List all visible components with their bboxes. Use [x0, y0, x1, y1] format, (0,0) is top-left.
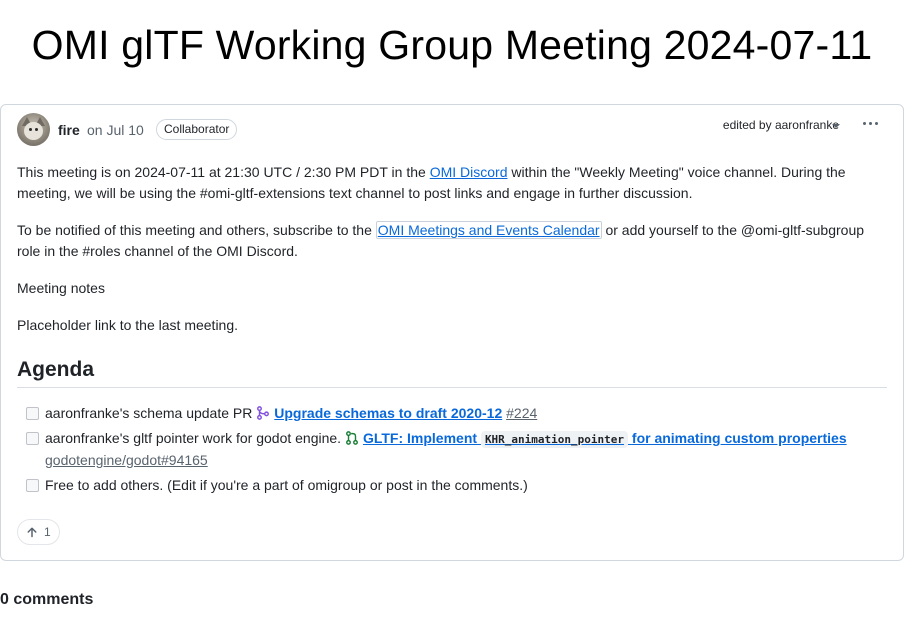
pr-link-gltf-pointer[interactable]: GLTF: Implement KHR_animation_pointer fo…: [362, 430, 847, 448]
chevron-down-icon[interactable]: [832, 124, 840, 128]
author-link[interactable]: fire: [58, 122, 80, 138]
meeting-notes-text: Meeting notes: [17, 280, 105, 296]
avatar-face: [24, 122, 43, 140]
kebab-dot: [863, 122, 866, 125]
paragraph-text: This meeting is on 2024-07-11 at 21:30 U…: [17, 164, 430, 180]
pull-request-open-icon: [346, 431, 358, 445]
task-checkbox[interactable]: [26, 432, 39, 445]
pr-link-upgrade-schemas[interactable]: Upgrade schemas to draft 2020-12: [274, 405, 502, 421]
edited-by-link[interactable]: edited by aaronfranke: [723, 118, 839, 132]
comments-count: 0 comments: [0, 591, 94, 608]
avatar-eye: [29, 128, 32, 131]
avatar-eye: [35, 128, 38, 131]
more-options-icon[interactable]: [861, 115, 881, 131]
pr-title-start: GLTF: Implement: [362, 430, 478, 446]
calendar-link[interactable]: OMI Meetings and Events Calendar: [375, 221, 602, 239]
task-text: aaronfranke's schema update PR: [45, 405, 257, 421]
pr-title-end: for animating custom properties: [631, 430, 847, 446]
task-text: Free to add others. (Edit if you're a pa…: [45, 477, 528, 493]
task-checkbox[interactable]: [26, 479, 39, 492]
paragraph-text: To be notified of this meeting and other…: [17, 222, 376, 238]
kebab-dot: [875, 122, 878, 125]
subscribe-paragraph: To be notified of this meeting and other…: [17, 220, 887, 262]
omi-discord-link[interactable]: OMI Discord: [430, 164, 508, 180]
pull-request-merged-icon: [257, 406, 270, 420]
page-title: OMI glTF Working Group Meeting 2024-07-1…: [31, 22, 873, 68]
reaction-count: 1: [44, 525, 51, 539]
inline-code: KHR_animation_pointer: [480, 431, 629, 448]
pr-number[interactable]: godotengine/godot#94165: [45, 452, 208, 468]
avatar[interactable]: [17, 113, 50, 146]
list-item: Free to add others. (Edit if you're a pa…: [17, 475, 887, 496]
list-item: aaronfranke's gltf pointer work for godo…: [17, 428, 887, 471]
placeholder-text: Placeholder link to the last meeting.: [17, 317, 239, 333]
role-badge: Collaborator: [156, 119, 238, 140]
list-item: aaronfranke's schema update PR Upgrade s…: [17, 403, 887, 424]
issue-body: This meeting is on 2024-07-11 at 21:30 U…: [17, 162, 887, 500]
agenda-heading: Agenda: [17, 359, 887, 388]
meeting-time-paragraph: This meeting is on 2024-07-11 at 21:30 U…: [17, 162, 887, 204]
post-date[interactable]: on Jul 10: [87, 122, 144, 138]
task-text: aaronfranke's gltf pointer work for godo…: [45, 430, 345, 446]
agenda-task-list: aaronfranke's schema update PR Upgrade s…: [17, 403, 887, 496]
task-checkbox[interactable]: [26, 407, 39, 420]
pr-number[interactable]: #224: [506, 405, 537, 421]
arrow-up-icon: [27, 527, 37, 538]
issue-body-card: fire on Jul 10 Collaborator edited by aa…: [0, 104, 904, 561]
reaction-button[interactable]: 1: [17, 519, 60, 545]
kebab-dot: [869, 122, 872, 125]
issue-header: fire on Jul 10 Collaborator edited by aa…: [17, 113, 887, 147]
